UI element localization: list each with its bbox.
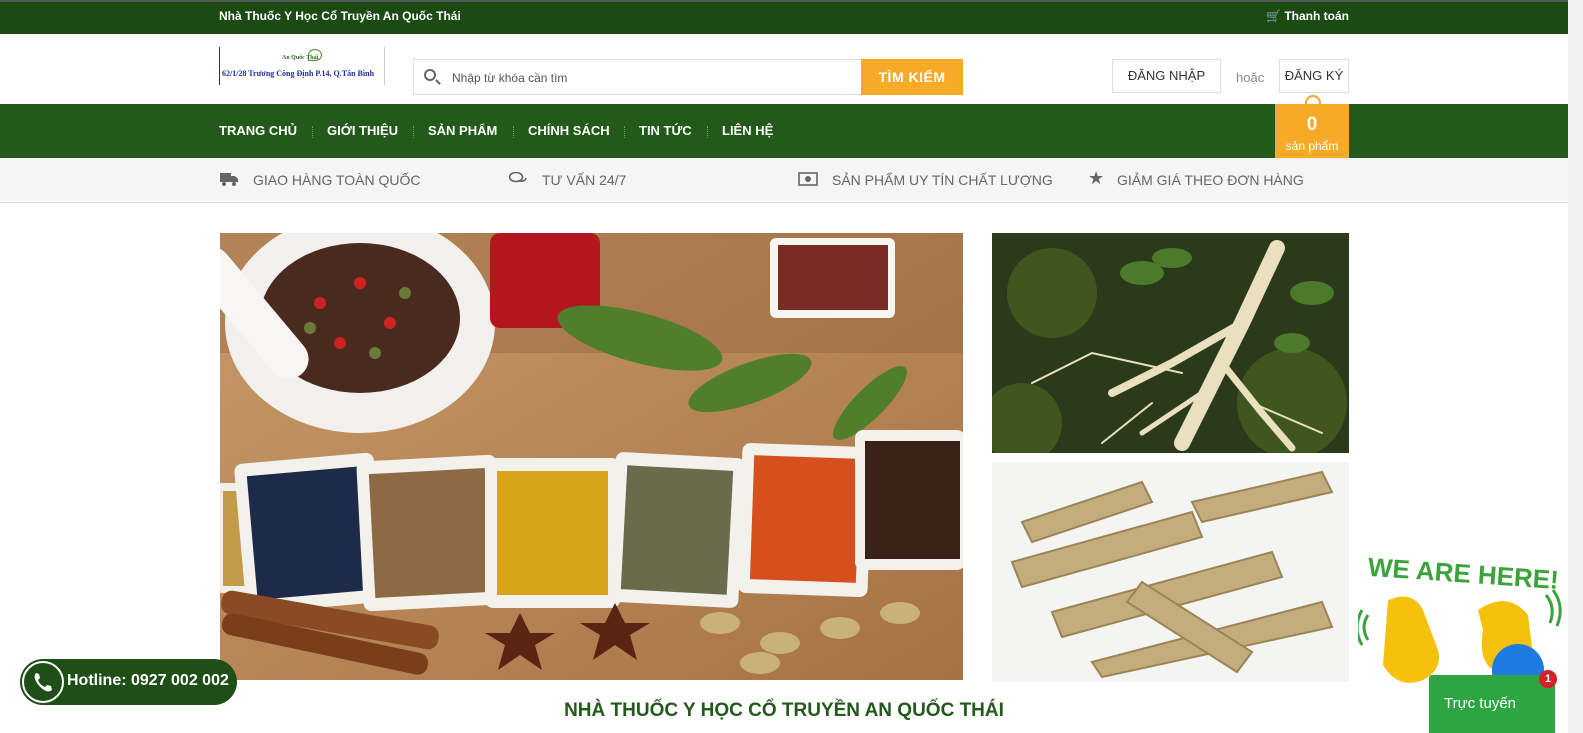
nav-divider: [624, 126, 625, 138]
nav-divider: [707, 126, 708, 138]
checkout-link[interactable]: 🛒 Thanh toán: [1266, 9, 1349, 23]
chat-greeting-text: WE ARE HERE!: [1367, 552, 1560, 595]
star-icon: ★: [1088, 168, 1105, 188]
dried-ginseng-image[interactable]: [992, 462, 1349, 682]
search-input[interactable]: [450, 62, 854, 94]
main-banner-image[interactable]: [220, 233, 963, 680]
nav-divider: [513, 126, 514, 138]
site-logo[interactable]: An Quốc Thái 62/1/28 Trương Công Định P.…: [219, 47, 385, 85]
checkout-label: Thanh toán: [1284, 9, 1349, 23]
nav-item-about[interactable]: GIỚI THIỆU: [327, 123, 398, 138]
or-label: hoặc: [1236, 70, 1265, 85]
phone-icon: [22, 661, 64, 703]
truck-icon: [220, 173, 238, 186]
nav-item-products[interactable]: SẢN PHẨM: [428, 123, 497, 138]
feature-discount: GIẢM GIÁ THEO ĐƠN HÀNG: [1117, 172, 1304, 188]
logo-brand: An Quốc Thái: [282, 55, 319, 61]
feature-consult: TƯ VẤN 24/7: [542, 172, 627, 188]
store-name: Nhà Thuốc Y Học Cổ Truyền An Quốc Thái: [219, 9, 461, 23]
dried-ginseng-illustration: [992, 462, 1349, 682]
cart-button[interactable]: 0 sản phẩm: [1275, 95, 1349, 158]
search-button[interactable]: TÌM KIẾM: [861, 59, 963, 95]
live-chat-button[interactable]: Trực tuyến: [1429, 675, 1555, 733]
spices-illustration: [220, 233, 963, 680]
nav-item-contact[interactable]: LIÊN HỆ: [722, 123, 773, 138]
cart-icon: 🛒: [1266, 9, 1281, 23]
feature-shipping: GIAO HÀNG TOÀN QUỐC: [253, 172, 421, 188]
login-button[interactable]: ĐĂNG NHẬP: [1112, 59, 1221, 93]
nav-item-news[interactable]: TIN TỨC: [639, 123, 692, 138]
scrollbar[interactable]: [1568, 0, 1583, 733]
page-heading: NHÀ THUỐC Y HỌC CỔ TRUYỀN AN QUỐC THÁI: [564, 700, 1004, 721]
search-box: TÌM KIẾM: [413, 59, 963, 95]
cart-handle-icon: [1305, 95, 1321, 107]
ginseng-root-illustration: [992, 233, 1349, 453]
nav-divider: [413, 126, 414, 138]
hotline-label: Hotline: 0927 002 002: [67, 672, 229, 689]
ginseng-root-image[interactable]: [992, 233, 1349, 453]
live-chat-label: Trực tuyến: [1444, 695, 1517, 712]
chat-notification-badge: 1: [1539, 670, 1557, 688]
register-button[interactable]: ĐĂNG KÝ: [1279, 59, 1349, 93]
chat-bubbles-icon: [509, 172, 527, 183]
features-bar: GIAO HÀNG TOÀN QUỐC TƯ VẤN 24/7 SẢN PHẨM…: [0, 158, 1583, 203]
cart-count: 0: [1306, 114, 1318, 135]
search-icon: [424, 69, 436, 81]
nav-item-home[interactable]: TRANG CHỦ: [219, 123, 297, 138]
nav-divider: [312, 126, 313, 138]
logo-address: 62/1/28 Trương Công Định P.14, Q.Tân Bìn…: [222, 69, 375, 78]
feature-quality: SẢN PHẨM UY TÍN CHẤT LƯỢNG: [832, 172, 1053, 188]
nav-item-policy[interactable]: CHÍNH SÁCH: [528, 123, 610, 138]
money-icon: [798, 172, 818, 186]
top-bar: Nhà Thuốc Y Học Cổ Truyền An Quốc Thái 🛒…: [0, 0, 1583, 34]
cart-label: sản phẩm: [1285, 139, 1339, 153]
hotline-button[interactable]: Hotline: 0927 002 002: [20, 659, 237, 705]
